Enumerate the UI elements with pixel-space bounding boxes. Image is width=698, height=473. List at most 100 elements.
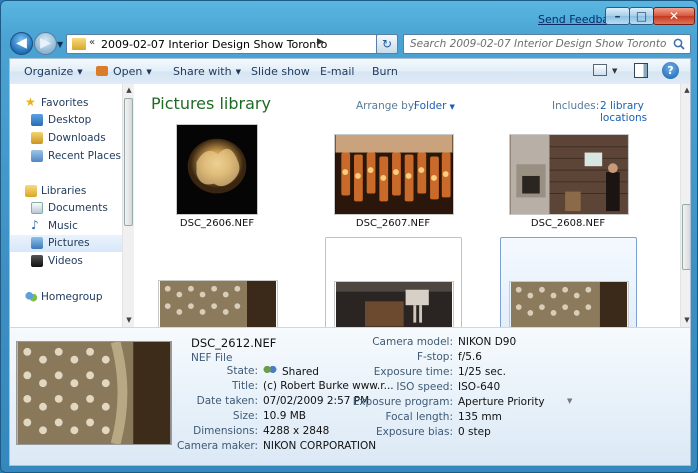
f-stop-value[interactable]: f/5.6 (458, 351, 482, 363)
sidebar-item-videos[interactable]: Videos (10, 253, 122, 270)
size-label: Size: (232, 410, 258, 422)
photo-thumbnail-image (509, 281, 629, 327)
navigation-bar: ◀ ▶ ▼ « 2009-02-07 Interior Design Show … (1, 31, 697, 57)
shared-people-icon (263, 365, 277, 376)
camera-maker-value[interactable]: NIKON CORPORATION (263, 440, 376, 452)
crystal-beads-photo-image (17, 342, 171, 444)
photo-thumbnail-image (158, 280, 278, 327)
file-thumbnail-selected[interactable] (500, 237, 637, 327)
forward-button[interactable]: ▶ (34, 32, 57, 55)
sidebar-item-music[interactable]: ♪ Music (10, 218, 122, 235)
navigation-pane: ★ Favorites Desktop Downloads Recent Pla… (10, 84, 122, 327)
file-list-scrollbar[interactable]: ▲ ▼ (680, 84, 690, 327)
maximize-button[interactable]: □ (629, 7, 654, 25)
back-button[interactable]: ◀ (10, 32, 33, 55)
sidebar-item-label: Desktop (48, 114, 92, 126)
exposure-bias-value[interactable]: 0 step (458, 426, 491, 438)
scroll-down-icon[interactable]: ▼ (123, 316, 135, 324)
photo-thumbnail-image (334, 134, 454, 215)
scroll-up-icon[interactable]: ▲ (123, 86, 135, 94)
address-path[interactable]: 2009-02-07 Interior Design Show Toronto (101, 38, 327, 51)
exposure-time-value[interactable]: 1/25 sec. (458, 366, 506, 378)
sidebar-item-homegroup[interactable]: Homegroup (10, 289, 122, 306)
navigation-pane-scrollbar[interactable]: ▲ ▼ (122, 84, 134, 327)
state-text: Shared (282, 366, 319, 378)
size-value: 10.9 MB (263, 410, 306, 422)
organize-label: Organize (24, 65, 74, 78)
address-overflow-chevron[interactable]: « (89, 37, 95, 48)
scroll-up-icon[interactable]: ▲ (681, 86, 690, 94)
chevron-down-icon: ▼ (146, 68, 152, 76)
burn-button[interactable]: Burn (372, 65, 398, 78)
state-label: State: (226, 365, 258, 377)
refresh-button[interactable]: ↻ (376, 34, 398, 54)
sidebar-item-libraries[interactable]: Libraries (10, 183, 122, 200)
f-stop-label: F-stop: (416, 351, 453, 363)
chevron-down-icon: ▼ (77, 68, 83, 76)
homegroup-icon (25, 291, 37, 303)
sidebar-item-pictures[interactable]: Pictures (10, 235, 122, 252)
maximize-icon: □ (635, 9, 648, 23)
forward-arrow-icon: ▶ (40, 35, 51, 51)
file-thumbnail[interactable]: DSC_2608.NEF (503, 118, 633, 235)
crystal-beads-photo-image (511, 282, 627, 327)
minimize-button[interactable]: – (605, 7, 630, 25)
search-input[interactable]: Search 2009-02-07 Interior Design Show T… (403, 34, 691, 54)
selected-file-name: DSC_2612.NEF (191, 336, 277, 350)
sidebar-item-label: Videos (48, 255, 83, 267)
slide-show-button[interactable]: Slide show (251, 65, 310, 78)
open-button[interactable]: Open ▼ (96, 65, 152, 78)
star-icon: ★ (25, 95, 36, 109)
exposure-program-value[interactable]: Aperture Priority (458, 396, 545, 408)
sidebar-item-downloads[interactable]: Downloads (10, 130, 122, 147)
crystal-beads-photo-image (160, 281, 276, 327)
arrange-by-value: Folder (414, 100, 447, 112)
sidebar-item-label: Homegroup (41, 291, 103, 303)
sidebar-item-documents[interactable]: Documents (10, 200, 122, 217)
file-thumbnail[interactable]: DSC_2607.NEF (328, 118, 458, 235)
organize-button[interactable]: Organize ▼ (24, 65, 83, 78)
email-button[interactable]: E-mail (320, 65, 355, 78)
scrollbar-thumb[interactable] (124, 98, 133, 226)
focal-length-value[interactable]: 135 mm (458, 411, 502, 423)
sidebar-item-recent-places[interactable]: Recent Places (10, 148, 122, 165)
file-thumbnail[interactable] (152, 237, 282, 327)
close-button[interactable]: ✕ (653, 7, 695, 25)
sidebar-item-favorites[interactable]: ★ Favorites (10, 95, 122, 112)
scroll-down-icon[interactable]: ▼ (681, 316, 690, 324)
change-view-icon[interactable] (593, 64, 607, 76)
music-note-icon: ♪ (31, 218, 39, 232)
camera-model-value[interactable]: NIKON D90 (458, 336, 516, 348)
selected-file-type: NEF File (191, 352, 233, 364)
file-thumbnail[interactable] (325, 237, 462, 327)
pictures-icon (31, 237, 43, 249)
exposure-program-dropdown-icon[interactable]: ▼ (567, 397, 572, 405)
sidebar-item-label: Documents (48, 202, 108, 214)
photo-thumbnail-image (176, 124, 258, 215)
scrollbar-thumb[interactable] (682, 204, 690, 270)
page-title: Pictures library (151, 94, 271, 113)
arrange-by-label: Arrange by: (356, 100, 417, 112)
preview-pane-toggle-icon[interactable] (634, 63, 648, 78)
videos-icon (31, 255, 43, 267)
exposure-bias-label: Exposure bias: (376, 426, 453, 438)
iso-speed-value[interactable]: ISO-640 (458, 381, 500, 393)
camera-model-label: Camera model: (372, 336, 453, 348)
title-bar: Send Feedback – □ ✕ (1, 1, 697, 31)
search-icon[interactable] (673, 38, 685, 50)
share-with-button[interactable]: Share with ▼ (173, 65, 241, 78)
address-separator-arrow[interactable]: ▶ (317, 37, 324, 47)
sidebar-item-label: Libraries (41, 185, 87, 197)
help-button[interactable]: ? (662, 62, 679, 79)
explorer-window: Send Feedback – □ ✕ ◀ ▶ ▼ « 2009-02-07 I… (0, 0, 698, 473)
address-bar[interactable]: « 2009-02-07 Interior Design Show Toront… (66, 34, 429, 54)
file-thumbnail[interactable]: DSC_2606.NEF (152, 118, 282, 235)
open-label: Open (113, 65, 143, 78)
minimize-icon: – (614, 9, 621, 23)
view-options-dropdown-icon[interactable]: ▼ (612, 67, 617, 75)
sidebar-item-desktop[interactable]: Desktop (10, 112, 122, 129)
arrange-by-dropdown[interactable]: Folder ▼ (414, 100, 455, 112)
documents-icon (31, 202, 43, 214)
chevron-down-icon: ▼ (449, 103, 455, 111)
recent-pages-dropdown[interactable]: ▼ (57, 40, 65, 49)
